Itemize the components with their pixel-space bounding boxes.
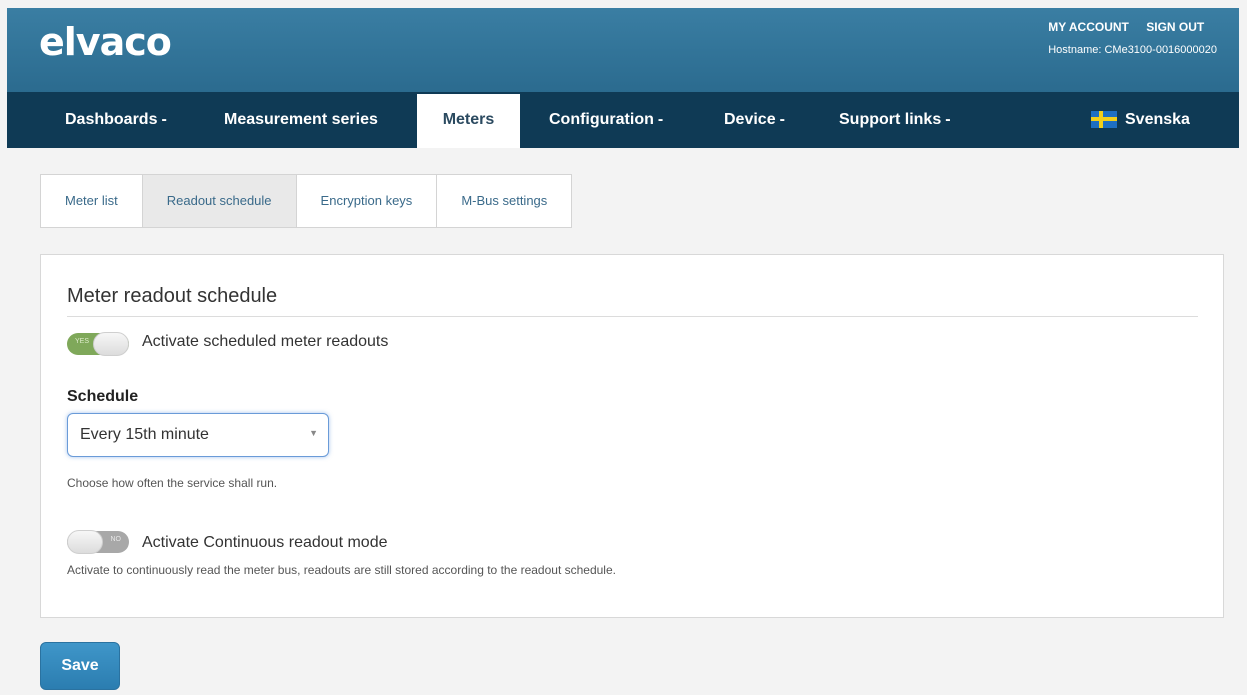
nav-device[interactable]: Device - bbox=[724, 92, 785, 148]
my-account-link[interactable]: MY ACCOUNT bbox=[1048, 20, 1129, 34]
schedule-help-text: Choose how often the service shall run. bbox=[67, 476, 278, 490]
nav-configuration[interactable]: Configuration - bbox=[549, 92, 663, 148]
hostname-text: Hostname: CMe3100-0016000020 bbox=[1048, 44, 1217, 56]
save-button[interactable]: Save bbox=[40, 642, 120, 690]
panel-title: Meter readout schedule bbox=[67, 285, 278, 307]
language-label: Svenska bbox=[1125, 111, 1190, 128]
title-divider bbox=[67, 316, 1198, 317]
nav-configuration-label: Configuration bbox=[549, 111, 654, 128]
nav-support-links[interactable]: Support links - bbox=[839, 92, 951, 148]
readout-schedule-panel: Meter readout schedule YES Activate sche… bbox=[40, 254, 1224, 618]
schedule-select[interactable]: Every 15th minute ▼ bbox=[67, 413, 329, 457]
swedish-flag-icon bbox=[1091, 111, 1117, 129]
chevron-down-icon: - bbox=[779, 111, 785, 128]
nav-meters[interactable]: Meters bbox=[417, 94, 520, 148]
main-nav: Dashboards - Measurement series Meters Co… bbox=[7, 92, 1239, 148]
nav-dashboards-label: Dashboards bbox=[65, 111, 158, 128]
nav-device-label: Device bbox=[724, 111, 776, 128]
scheduled-readouts-label: Activate scheduled meter readouts bbox=[142, 333, 389, 350]
account-links: MY ACCOUNT SIGN OUT Hostname: CMe3100-00… bbox=[1048, 20, 1217, 56]
sign-out-link[interactable]: SIGN OUT bbox=[1146, 20, 1204, 34]
schedule-selected-value: Every 15th minute bbox=[80, 426, 209, 443]
language-switch[interactable]: Svenska bbox=[1091, 92, 1190, 148]
header: elvaco MY ACCOUNT SIGN OUT Hostname: CMe… bbox=[7, 8, 1239, 92]
toggle-state-label: YES bbox=[75, 338, 90, 345]
chevron-down-icon: - bbox=[161, 111, 167, 128]
nav-support-links-label: Support links bbox=[839, 111, 942, 128]
subtab-mbus-settings[interactable]: M-Bus settings bbox=[437, 175, 571, 227]
logo: elvaco bbox=[39, 20, 172, 64]
schedule-label: Schedule bbox=[67, 388, 139, 405]
continuous-readout-label: Activate Continuous readout mode bbox=[142, 534, 388, 551]
toggle-knob bbox=[67, 530, 103, 554]
toggle-knob bbox=[93, 332, 129, 356]
subtab-readout-schedule[interactable]: Readout schedule bbox=[142, 175, 297, 227]
chevron-down-icon: - bbox=[657, 111, 664, 128]
continuous-readout-toggle[interactable]: NO bbox=[67, 530, 129, 554]
chevron-down-icon: - bbox=[945, 111, 951, 128]
subtab-encryption-keys[interactable]: Encryption keys bbox=[297, 175, 438, 227]
subtab-meter-list[interactable]: Meter list bbox=[41, 175, 143, 227]
scheduled-readouts-toggle[interactable]: YES bbox=[67, 332, 129, 356]
meters-subtabs: Meter list Readout schedule Encryption k… bbox=[40, 174, 573, 228]
continuous-help-text: Activate to continuously read the meter … bbox=[67, 563, 616, 577]
nav-dashboards[interactable]: Dashboards - bbox=[65, 92, 167, 148]
nav-measurement-series[interactable]: Measurement series bbox=[224, 92, 378, 148]
dropdown-arrow-icon: ▼ bbox=[309, 428, 318, 438]
app-frame: elvaco MY ACCOUNT SIGN OUT Hostname: CMe… bbox=[7, 8, 1239, 695]
toggle-state-label: NO bbox=[110, 536, 122, 543]
